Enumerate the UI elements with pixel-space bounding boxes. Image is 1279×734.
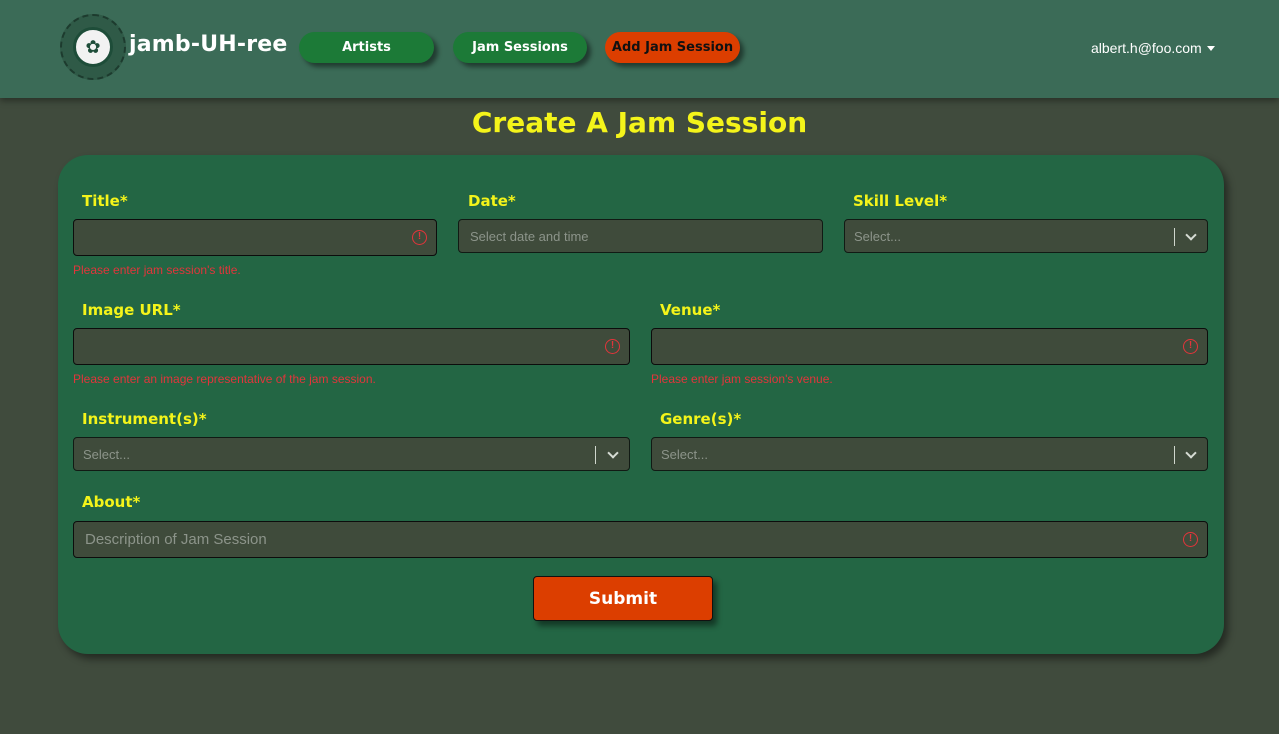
error-icon: ! (412, 229, 427, 245)
skill-level-select[interactable]: Select... (844, 219, 1208, 253)
title-label: Title* (82, 192, 128, 210)
nav-jam-sessions-button[interactable]: Jam Sessions (453, 32, 587, 63)
chevron-down-icon[interactable] (1185, 447, 1197, 459)
select-separator (1174, 228, 1175, 246)
skill-level-label: Skill Level* (853, 192, 948, 210)
select-separator (1174, 446, 1175, 464)
venue-input[interactable]: ! (651, 328, 1208, 365)
venue-error-message: Please enter jam session's venue. (651, 372, 833, 386)
date-placeholder: Select date and time (470, 228, 589, 244)
about-placeholder: Description of Jam Session (85, 531, 267, 548)
skill-level-placeholder: Select... (854, 228, 901, 244)
genres-label: Genre(s)* (660, 410, 742, 428)
genres-placeholder: Select... (661, 446, 708, 462)
genres-multiselect[interactable]: Select... (651, 437, 1208, 471)
date-time-picker-input[interactable]: Select date and time (458, 219, 823, 253)
about-textarea[interactable]: Description of Jam Session ! (73, 521, 1208, 558)
about-label: About* (82, 493, 141, 511)
error-icon: ! (1183, 531, 1198, 547)
title-error-message: Please enter jam session's title. (73, 263, 241, 277)
chevron-down-icon[interactable] (1185, 229, 1197, 241)
brand-name[interactable]: jamb-UH-ree (129, 32, 288, 57)
error-icon: ! (605, 338, 620, 354)
instruments-multiselect[interactable]: Select... (73, 437, 630, 471)
user-email: albert.h@foo.com (1091, 40, 1202, 56)
user-menu-dropdown[interactable]: albert.h@foo.com (1091, 40, 1215, 56)
error-icon: ! (1183, 338, 1198, 354)
instruments-label: Instrument(s)* (82, 410, 207, 428)
brand-logo[interactable]: ✿ (60, 14, 126, 80)
nav-add-jam-session-button[interactable]: Add Jam Session (605, 32, 740, 63)
image-url-label: Image URL* (82, 301, 181, 319)
title-input[interactable]: ! (73, 219, 437, 256)
submit-button[interactable]: Submit (533, 576, 713, 621)
chevron-down-icon[interactable] (607, 447, 619, 459)
venue-label: Venue* (660, 301, 721, 319)
brand-logo-emblem: ✿ (73, 27, 113, 67)
caret-down-icon (1206, 45, 1215, 51)
top-navbar: ✿ jamb-UH-ree Artists Jam Sessions Add J… (0, 0, 1279, 98)
nav-artists-button[interactable]: Artists (299, 32, 434, 63)
image-url-input[interactable]: ! (73, 328, 630, 365)
image-url-error-message: Please enter an image representative of … (73, 372, 376, 386)
date-label: Date* (468, 192, 516, 210)
instruments-placeholder: Select... (83, 446, 130, 462)
page-title: Create A Jam Session (471, 106, 808, 139)
select-separator (595, 446, 596, 464)
